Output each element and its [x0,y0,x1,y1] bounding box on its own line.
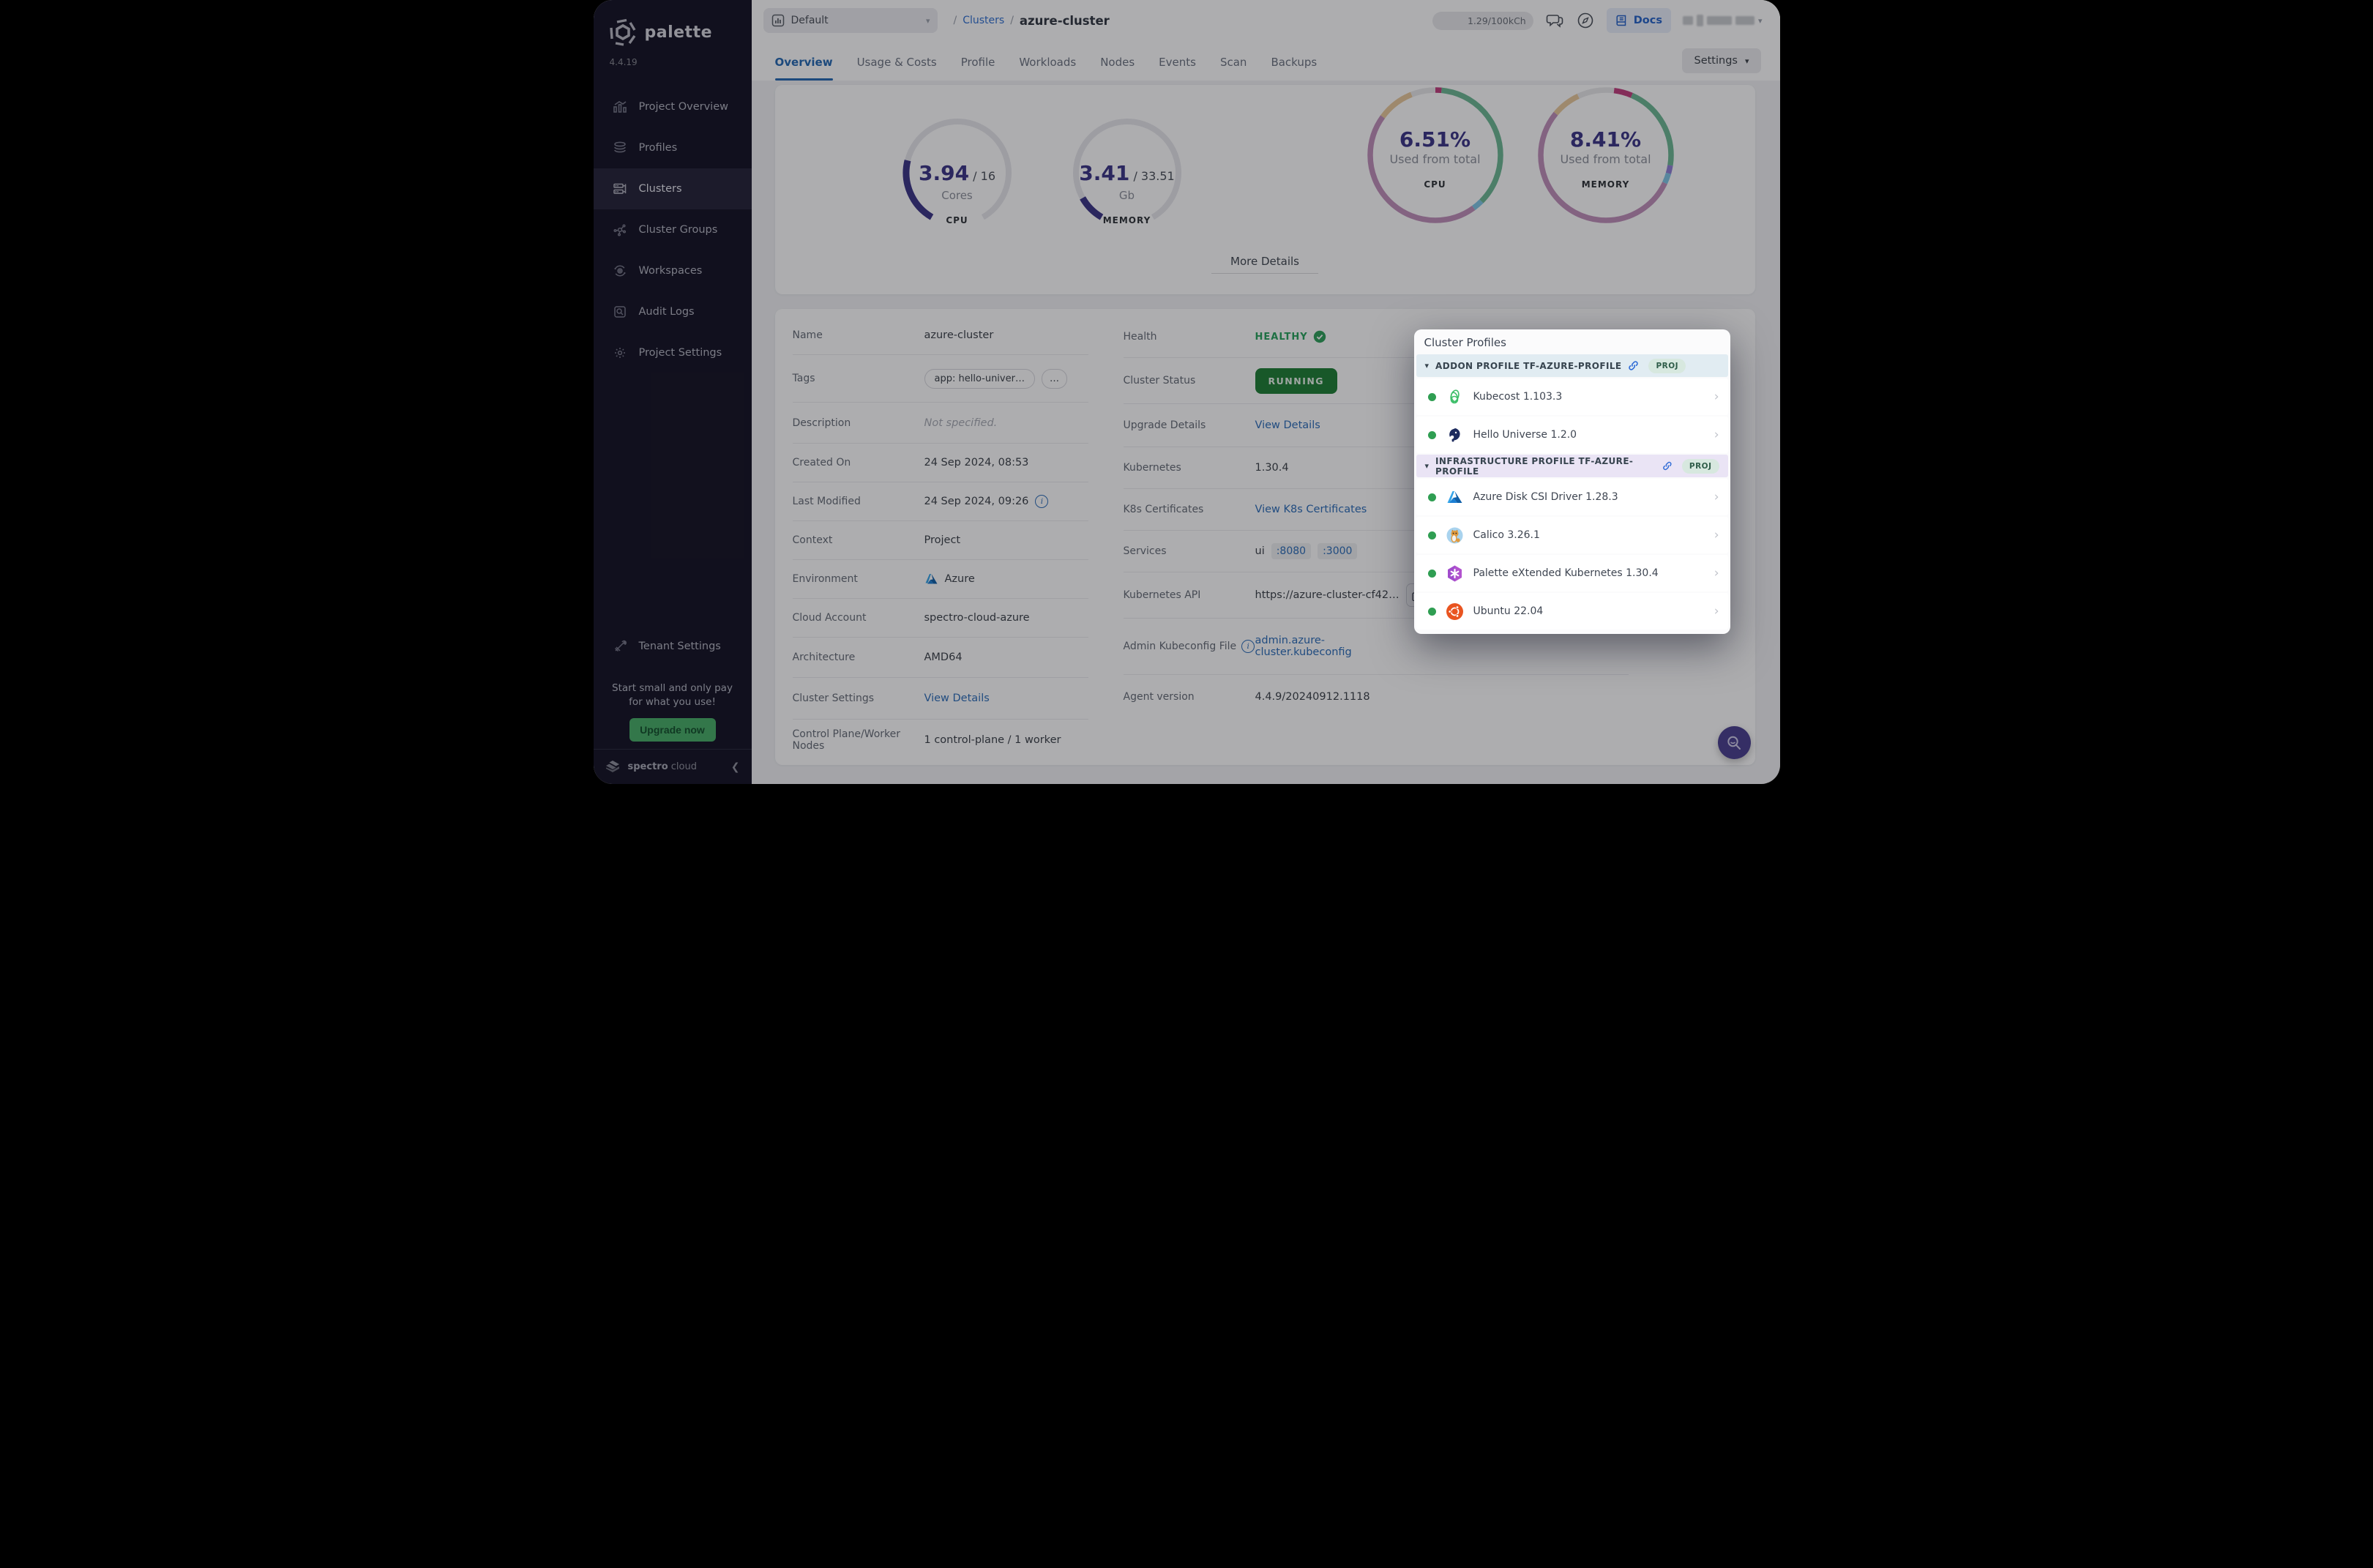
chevron-right-icon: › [1714,428,1719,442]
chevron-right-icon: › [1714,528,1719,542]
link-icon [1629,361,1639,370]
pack-row-hello-universe[interactable]: Hello Universe 1.2.0 › [1416,417,1728,453]
status-dot [1427,569,1436,578]
status-dot [1427,493,1436,501]
addon-profile-header[interactable]: ▾ ADDON PROFILE TF-AZURE-PROFILE PROJ [1416,354,1728,377]
pack-row-palette-extended-kubernetes[interactable]: Palette eXtended Kubernetes 1.30.4 › [1416,555,1728,591]
pxk-logo-icon [1447,565,1462,581]
app-window: palette 4.4.19 Project Overview Profiles… [593,0,1780,784]
chevron-right-icon: › [1714,490,1719,504]
pack-row-ubuntu[interactable]: Ubuntu 22.04 › [1416,593,1728,630]
cluster-profiles-title: Cluster Profiles [1424,336,1506,349]
pack-row-calico[interactable]: Calico 3.26.1 › [1416,517,1728,553]
calico-logo-icon [1446,527,1462,543]
status-dot [1427,430,1436,439]
chevron-down-icon: ▾ [1424,361,1430,370]
chevron-right-icon: › [1714,604,1719,619]
chevron-right-icon: › [1714,389,1719,404]
status-dot [1427,531,1436,540]
proj-scope-badge: PROJ [1681,458,1719,474]
status-dot [1427,607,1436,616]
chevron-down-icon: ▾ [1424,461,1430,471]
chevron-right-icon: › [1714,566,1719,580]
infrastructure-profile-header[interactable]: ▾ INFRASTRUCTURE PROFILE TF-AZURE-PROFIL… [1416,455,1728,477]
azure-disk-logo-icon [1447,490,1462,503]
kubecost-logo-icon [1449,389,1460,403]
pack-row-kubecost[interactable]: Kubecost 1.103.3 › [1416,378,1728,415]
status-dot [1427,392,1436,401]
cluster-profiles-panel: Cluster Profiles ▾ ADDON PROFILE TF-AZUR… [1413,329,1730,634]
proj-scope-badge: PROJ [1648,358,1686,373]
ubuntu-logo-icon [1446,602,1463,620]
hello-universe-logo-icon [1449,428,1460,441]
link-icon [1663,461,1672,471]
pack-row-azure-disk[interactable]: Azure Disk CSI Driver 1.28.3 › [1416,479,1728,515]
